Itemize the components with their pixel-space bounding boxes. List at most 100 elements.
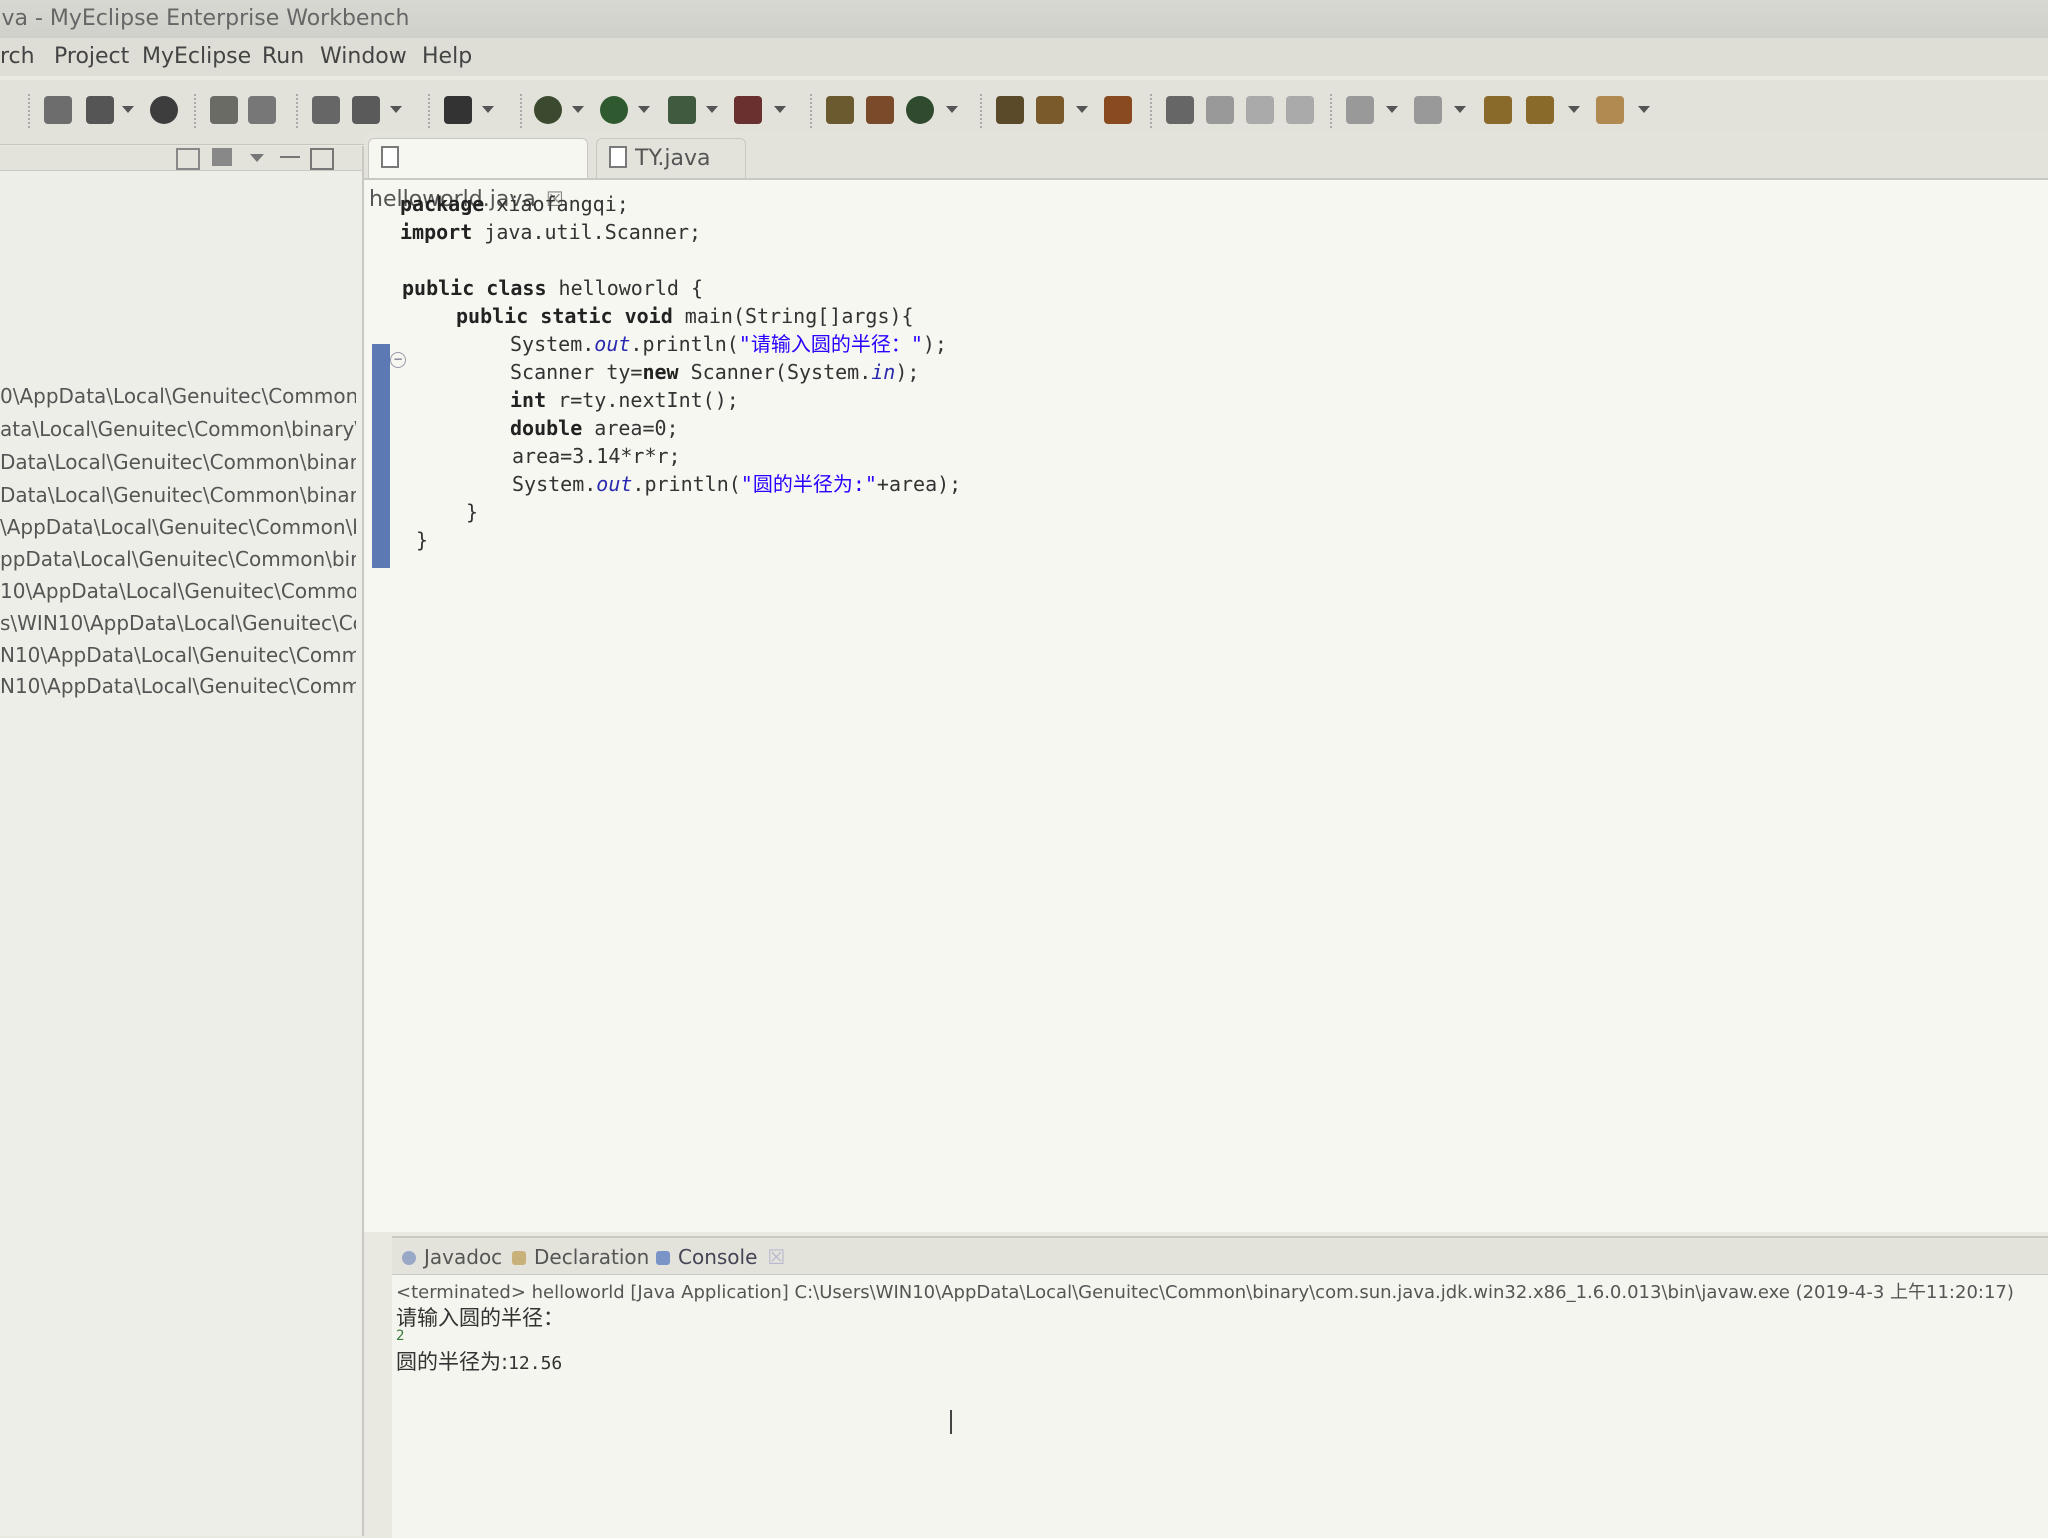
- annotation-ruler: −: [364, 180, 406, 1240]
- code-line: int r=ty.nextInt();: [510, 388, 739, 412]
- menu-search[interactable]: rch: [0, 44, 35, 69]
- dropdown-arrow-icon[interactable]: [638, 106, 650, 113]
- link-with-editor-icon[interactable]: [212, 148, 232, 166]
- toolbar-separator: [28, 94, 32, 128]
- block-selection-icon[interactable]: [1246, 96, 1274, 124]
- list-item[interactable]: ata\Local\Genuitec\Common\binary\c: [0, 417, 356, 441]
- menu-bar: rch Project MyEclipse Run Window Help: [0, 38, 2048, 76]
- dropdown-arrow-icon[interactable]: [946, 106, 958, 113]
- editor-tab-bar: helloworld.java ☒ TY.java: [364, 132, 2048, 212]
- code-line: double area=0;: [510, 416, 679, 440]
- run-coverage-icon[interactable]: [668, 96, 696, 124]
- show-whitespace-icon[interactable]: [1286, 96, 1314, 124]
- dropdown-arrow-icon[interactable]: [1454, 106, 1466, 113]
- previous-annotation-icon[interactable]: [1414, 96, 1442, 124]
- pen-icon[interactable]: [1206, 96, 1234, 124]
- tab-javadoc[interactable]: Javadoc: [402, 1245, 502, 1269]
- toolbar-separator: [296, 94, 300, 128]
- search-icon[interactable]: [1036, 96, 1064, 124]
- tab-helloworld-java[interactable]: helloworld.java ☒: [368, 138, 588, 212]
- new-class-icon[interactable]: [906, 96, 934, 124]
- list-item[interactable]: s\WIN10\AppData\Local\Genuitec\Cor: [0, 611, 356, 635]
- list-item[interactable]: N10\AppData\Local\Genuitec\Common: [0, 643, 356, 667]
- debug-icon[interactable]: [534, 96, 562, 124]
- dropdown-arrow-icon[interactable]: [1386, 106, 1398, 113]
- globe-icon[interactable]: [150, 96, 178, 124]
- tab-console[interactable]: Console ☒: [656, 1245, 785, 1269]
- java-file-icon: [381, 146, 399, 168]
- toolbar-separator: [810, 94, 814, 128]
- java-file-icon: [609, 146, 627, 168]
- annotation-icon[interactable]: [1166, 96, 1194, 124]
- list-item[interactable]: ppData\Local\Genuitec\Common\bina: [0, 547, 356, 571]
- list-item[interactable]: \AppData\Local\Genuitec\Common\b: [0, 515, 356, 539]
- menu-project[interactable]: Project: [54, 44, 129, 69]
- code-line: import java.util.Scanner;: [400, 220, 702, 244]
- toolbar-separator: [194, 94, 198, 128]
- console-icon: [656, 1251, 670, 1265]
- toolbar-separator: [428, 94, 432, 128]
- toolbar-separator: [1330, 94, 1334, 128]
- code-line: }: [416, 528, 429, 552]
- dropdown-arrow-icon[interactable]: [122, 106, 134, 113]
- tab-ty-java[interactable]: TY.java: [596, 138, 746, 178]
- dropdown-arrow-icon[interactable]: [482, 106, 494, 113]
- minimize-icon[interactable]: [280, 148, 300, 158]
- new-java-project-icon[interactable]: [826, 96, 854, 124]
- menu-help[interactable]: Help: [422, 44, 472, 69]
- code-editor[interactable]: helloworld.java ☒ TY.java − package xiaof…: [364, 132, 2048, 1232]
- dropdown-arrow-icon[interactable]: [1568, 106, 1580, 113]
- collapse-all-icon[interactable]: [176, 148, 200, 170]
- code-line: }: [466, 500, 479, 524]
- new-project-icon[interactable]: [44, 96, 72, 124]
- maximize-icon[interactable]: [310, 148, 334, 170]
- console-input-line: 2: [396, 1328, 405, 1344]
- wizard-icon[interactable]: [312, 96, 340, 124]
- code-line: Scanner ty=new Scanner(System.in);: [510, 360, 920, 384]
- left-panel-header: [0, 146, 362, 171]
- list-item[interactable]: Data\Local\Genuitec\Common\binary\: [0, 483, 356, 507]
- open-task-icon[interactable]: [1104, 96, 1132, 124]
- last-edit-icon[interactable]: [1484, 96, 1512, 124]
- console-prompt-line: 请输入圆的半径：: [396, 1306, 564, 1330]
- code-line: area=3.14*r*r;: [512, 444, 681, 468]
- dropdown-arrow-icon[interactable]: [1638, 106, 1650, 113]
- toolbar-separator: [520, 94, 524, 128]
- bottom-panel: Javadoc Declaration Console ☒ <terminated…: [392, 1236, 2048, 1538]
- next-annotation-icon[interactable]: [1346, 96, 1374, 124]
- close-icon[interactable]: ☒: [767, 1245, 785, 1269]
- external-tools-icon[interactable]: [734, 96, 762, 124]
- text-cursor-icon: [950, 1410, 952, 1434]
- window-title: ava - MyEclipse Enterprise Workbench: [0, 6, 410, 31]
- view-menu-icon[interactable]: [250, 154, 264, 162]
- new-package-icon[interactable]: [866, 96, 894, 124]
- open-type-icon[interactable]: [996, 96, 1024, 124]
- window-title-bar: ava - MyEclipse Enterprise Workbench: [0, 0, 2048, 38]
- tab-label: TY.java: [635, 146, 711, 171]
- save-icon[interactable]: [86, 96, 114, 124]
- server-icon[interactable]: [248, 96, 276, 124]
- dropdown-arrow-icon[interactable]: [390, 106, 402, 113]
- deploy-icon[interactable]: [210, 96, 238, 124]
- dropdown-arrow-icon[interactable]: [706, 106, 718, 113]
- run-icon[interactable]: [600, 96, 628, 124]
- bottom-tab-bar: Javadoc Declaration Console ☒: [392, 1238, 2048, 1275]
- back-arrow-icon[interactable]: [1526, 96, 1554, 124]
- dropdown-arrow-icon[interactable]: [1076, 106, 1088, 113]
- list-item[interactable]: N10\AppData\Local\Genuitec\Common: [0, 674, 356, 698]
- web-browser-icon[interactable]: [352, 96, 380, 124]
- dropdown-arrow-icon[interactable]: [572, 106, 584, 113]
- fold-collapse-icon[interactable]: −: [390, 352, 406, 368]
- menu-run[interactable]: Run: [262, 44, 304, 69]
- console-status: <terminated> helloworld [Java Applicatio…: [396, 1282, 2014, 1303]
- menu-myeclipse[interactable]: MyEclipse: [142, 44, 251, 69]
- dropdown-arrow-icon[interactable]: [774, 106, 786, 113]
- occurrence-marker: [372, 344, 390, 568]
- menu-window[interactable]: Window: [320, 44, 407, 69]
- list-item[interactable]: Data\Local\Genuitec\Common\binary: [0, 450, 356, 474]
- tab-declaration[interactable]: Declaration: [512, 1245, 649, 1269]
- list-item[interactable]: 0\AppData\Local\Genuitec\Common\: [0, 384, 356, 408]
- forward-arrow-icon[interactable]: [1596, 96, 1624, 124]
- open-perspective-icon[interactable]: [444, 96, 472, 124]
- list-item[interactable]: 10\AppData\Local\Genuitec\Common': [0, 579, 356, 603]
